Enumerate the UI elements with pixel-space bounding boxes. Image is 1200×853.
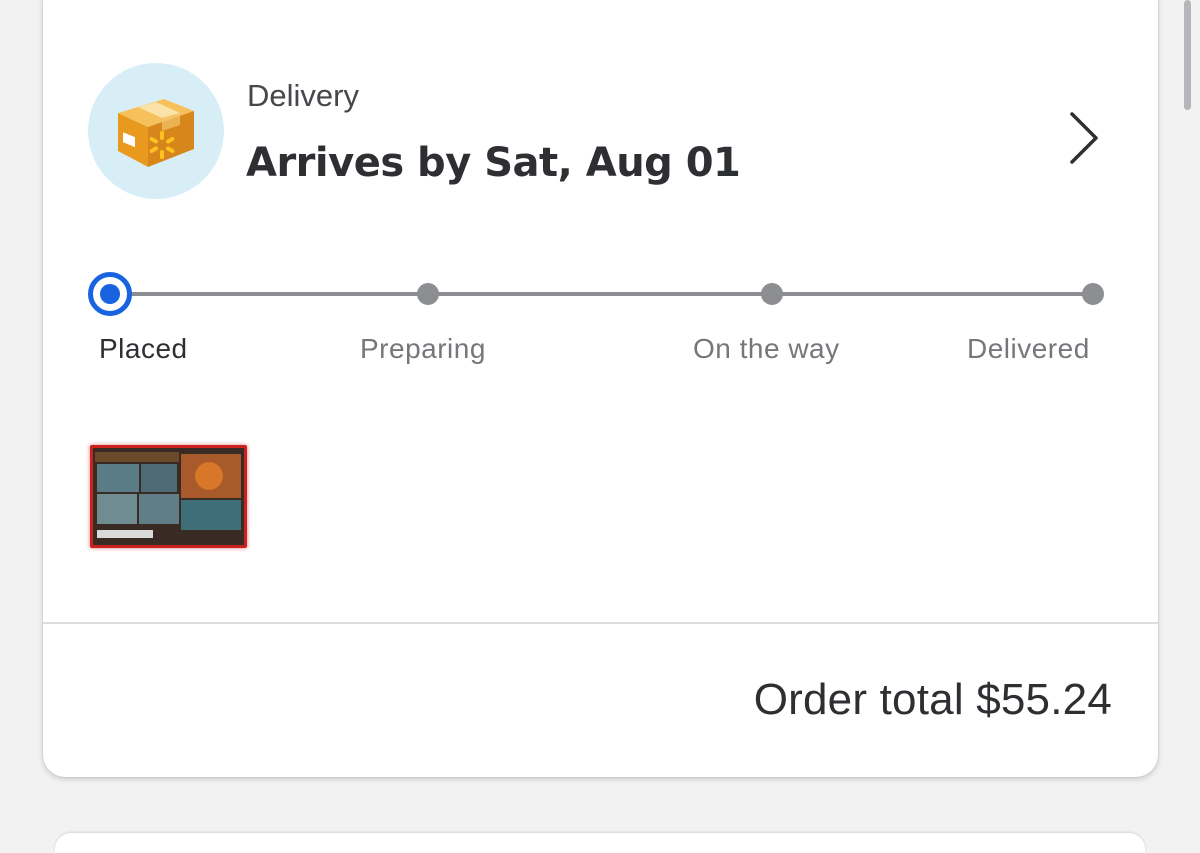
product-image [93, 448, 244, 545]
package-box-icon [118, 99, 194, 167]
chevron-right-icon [1070, 112, 1098, 164]
step-label-on-the-way: On the way [693, 333, 840, 364]
step-label-delivered: Delivered [967, 333, 1090, 364]
progress-track [110, 292, 1093, 296]
step-marker-preparing [417, 283, 439, 305]
scrollbar[interactable] [1184, 0, 1191, 110]
delivery-avatar [88, 63, 224, 199]
step-marker-delivered [1082, 283, 1104, 305]
next-card-edge [55, 833, 1145, 853]
fulfillment-type: Delivery [247, 78, 359, 113]
step-label-preparing: Preparing [360, 333, 486, 364]
product-thumbnail[interactable] [90, 445, 247, 548]
arrival-date: Arrives by Sat, Aug 01 [246, 140, 741, 186]
step-marker-placed [88, 272, 132, 316]
step-label-placed: Placed [99, 333, 188, 364]
order-total: Order total $55.24 [753, 675, 1112, 724]
order-details-button[interactable] [1058, 108, 1114, 168]
card-divider [43, 622, 1158, 624]
step-marker-on-the-way [761, 283, 783, 305]
